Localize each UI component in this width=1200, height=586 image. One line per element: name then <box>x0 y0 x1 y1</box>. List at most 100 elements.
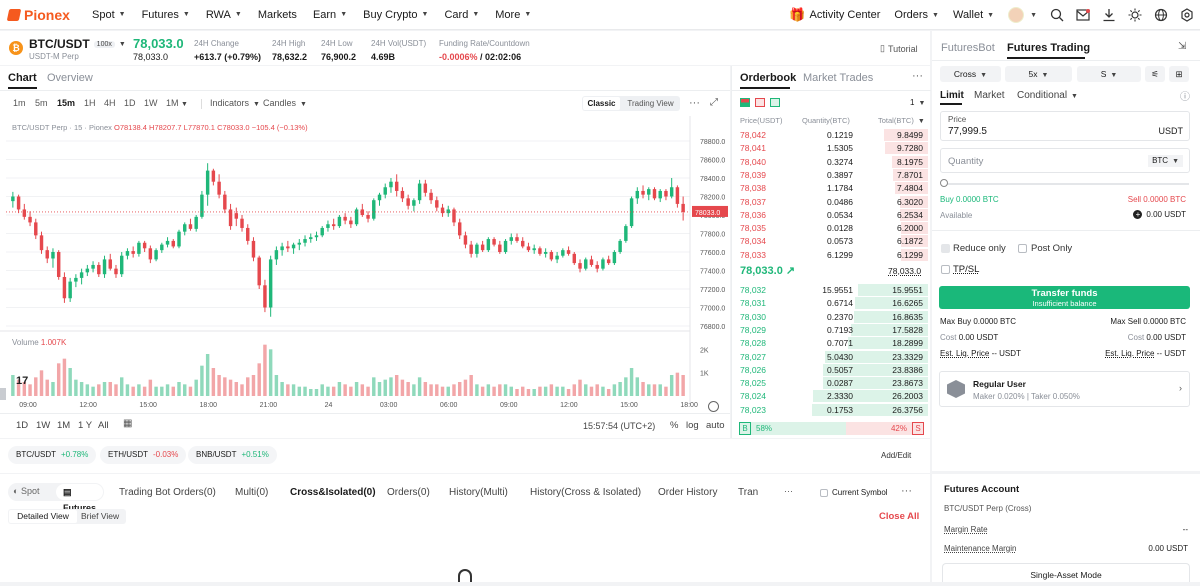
scale-log[interactable]: log <box>686 420 699 431</box>
activity-center-link[interactable]: 🎁 Activity Center <box>782 7 887 23</box>
bid-row[interactable]: 78,027 5.0430 23.3329 <box>732 350 931 364</box>
depth-selector[interactable]: 1 ▼ <box>910 98 925 107</box>
nav-menu-more[interactable]: More ▼ <box>487 9 539 21</box>
ask-row[interactable]: 78,033 6.1299 6.1299 <box>732 248 931 262</box>
spot-toggle[interactable]: ◐ Spot <box>13 486 39 496</box>
tab-orderbook[interactable]: Orderbook <box>740 72 796 84</box>
orders-tab[interactable]: History(Multi) <box>449 487 508 498</box>
theme-icon[interactable] <box>1122 0 1148 30</box>
watchlist-item[interactable]: ETH/USDT -0.03% <box>100 446 187 464</box>
more-icon[interactable]: ··· <box>901 485 912 497</box>
ask-row[interactable]: 78,038 1.1784 7.4804 <box>732 182 931 195</box>
brand-logo[interactable]: Pionex <box>6 7 78 23</box>
bid-row[interactable]: 78,024 2.3330 26.2003 <box>732 390 931 403</box>
ask-row[interactable]: 78,039 0.3897 7.8701 <box>732 168 931 182</box>
tab-futures-trading[interactable]: Futures Trading <box>1007 42 1090 54</box>
transfer-funds-button[interactable]: Transfer funds Insufficient balance <box>939 286 1190 309</box>
brief-view-button[interactable]: Brief View <box>81 510 119 523</box>
bid-row[interactable]: 78,030 0.2370 16.8635 <box>732 310 931 324</box>
ask-row[interactable]: 78,042 0.1219 9.8499 <box>732 129 931 142</box>
tutorial-link[interactable]: ▯ Tutorial <box>880 43 918 54</box>
book-both-icon[interactable] <box>740 98 750 107</box>
current-symbol-checkbox[interactable] <box>820 489 828 497</box>
slider-handle[interactable] <box>940 179 948 187</box>
margin-mode-select[interactable]: Cross ▼ <box>940 66 1001 82</box>
collapse-panel-icon[interactable]: ⇲ <box>1178 41 1186 52</box>
orders-tab[interactable]: Multi(0) <box>235 487 268 498</box>
detailed-view-button[interactable]: Detailed View <box>9 510 77 523</box>
mark-price[interactable]: 78,033.0 <box>888 266 921 276</box>
search-icon[interactable] <box>1044 0 1070 30</box>
orders-menu[interactable]: Orders ▼ <box>887 9 946 21</box>
watchlist-item[interactable]: BTC/USDT +0.78% <box>8 446 97 464</box>
watchlist-item[interactable]: BNB/USDT +0.51% <box>188 446 277 464</box>
leverage-select[interactable]: 5x ▼ <box>1005 66 1072 82</box>
tpsl-checkbox[interactable] <box>941 265 950 274</box>
range-1y[interactable]: 1 Y <box>78 420 92 431</box>
chart-settings-gear-icon[interactable] <box>708 401 719 412</box>
ask-row[interactable]: 78,040 0.3274 8.1975 <box>732 155 931 169</box>
col-total-header[interactable]: Total(BTC) ▼ <box>878 116 925 125</box>
ask-row[interactable]: 78,036 0.0534 6.2534 <box>732 208 931 222</box>
bid-row[interactable]: 78,031 0.6714 16.6265 <box>732 297 931 310</box>
nav-menu-buy-crypto[interactable]: Buy Crypto ▼ <box>355 9 436 21</box>
quantity-slider[interactable] <box>944 183 1189 185</box>
orders-tab[interactable]: History(Cross & Isolated) <box>530 487 641 498</box>
position-mode-select[interactable]: S ▼ <box>1077 66 1141 82</box>
nav-menu-spot[interactable]: Spot ▼ <box>84 9 134 21</box>
orders-tab[interactable]: Trading Bot Orders(0) <box>119 487 216 498</box>
tab-market-trades[interactable]: Market Trades <box>803 72 873 84</box>
range-1m[interactable]: 1M <box>57 420 70 431</box>
ask-row[interactable]: 78,041 1.5305 9.7280 <box>732 142 931 155</box>
order-type-market[interactable]: Market <box>974 90 1005 101</box>
reduce-only-checkbox[interactable] <box>941 244 950 253</box>
bid-row[interactable]: 78,025 0.0287 23.8673 <box>732 377 931 390</box>
bid-row[interactable]: 78,023 0.1753 26.3756 <box>732 403 931 417</box>
info-icon[interactable]: ⓘ <box>1180 88 1190 103</box>
range-1d[interactable]: 1D <box>16 420 28 431</box>
close-all-button[interactable]: Close All <box>879 511 919 522</box>
order-type-limit[interactable]: Limit <box>940 90 964 101</box>
price-chart[interactable]: 78800.078600.078400.078200.078000.077800… <box>0 66 730 438</box>
price-input[interactable]: Price 77,999.5 USDT <box>940 111 1190 141</box>
tab-futures-bot[interactable]: FuturesBot <box>941 42 995 54</box>
bid-row[interactable]: 78,026 0.5057 23.8386 <box>732 363 931 377</box>
add-funds-icon[interactable]: + <box>1133 210 1143 219</box>
quantity-unit-select[interactable]: BTC ▼ <box>1148 155 1183 167</box>
more-icon[interactable]: ··· <box>912 70 923 82</box>
settings-gear-icon[interactable] <box>1174 0 1200 30</box>
scroll-handle[interactable] <box>0 388 6 400</box>
post-only-checkbox[interactable] <box>1018 244 1027 253</box>
nav-menu-card[interactable]: Card ▼ <box>436 9 487 21</box>
inbox-icon[interactable] <box>1070 0 1096 30</box>
scale-percent[interactable]: % <box>670 420 678 431</box>
nav-menu-earn[interactable]: Earn ▼ <box>305 9 355 21</box>
ask-row[interactable]: 78,035 0.0128 6.2000 <box>732 222 931 235</box>
book-bids-icon[interactable] <box>770 98 780 107</box>
orders-tab[interactable]: Cross&Isolated(0) <box>290 487 376 498</box>
orders-tab[interactable]: Order History <box>658 487 717 498</box>
account-menu[interactable]: ▼ <box>1001 7 1044 23</box>
bid-row[interactable]: 78,032 15.9551 15.9551 <box>732 284 931 297</box>
futures-toggle[interactable]: ▤ Futures <box>56 484 103 513</box>
book-asks-icon[interactable] <box>755 98 765 107</box>
date-range-calendar-icon[interactable]: ▦ <box>123 418 132 429</box>
user-tier-card[interactable]: Regular User Maker 0.020% | Taker 0.050%… <box>939 371 1190 407</box>
language-globe-icon[interactable] <box>1148 0 1174 30</box>
ask-row[interactable]: 78,034 0.0573 6.1872 <box>732 235 931 248</box>
quantity-input[interactable]: Quantity BTC ▼ <box>940 148 1190 173</box>
calculator-icon[interactable]: ⊞ <box>1169 66 1189 82</box>
nav-menu-markets[interactable]: Markets <box>250 9 305 21</box>
orders-tab[interactable]: Tran <box>738 487 758 498</box>
order-type-conditional[interactable]: Conditional ▼ <box>1017 90 1078 101</box>
download-icon[interactable] <box>1096 0 1122 30</box>
range-all[interactable]: All <box>98 420 109 431</box>
range-1w[interactable]: 1W <box>36 420 50 431</box>
add-edit-button[interactable]: Add/Edit <box>881 451 911 460</box>
bid-row[interactable]: 78,028 0.7071 18.2899 <box>732 337 931 350</box>
bid-row[interactable]: 78,029 0.7193 17.5828 <box>732 323 931 337</box>
nav-menu-rwa[interactable]: RWA ▼ <box>198 9 250 21</box>
single-asset-mode-button[interactable]: Single-Asset Mode <box>942 563 1190 582</box>
tabs-more-icon[interactable]: ··· <box>784 486 793 496</box>
nav-menu-futures[interactable]: Futures ▼ <box>134 9 198 21</box>
